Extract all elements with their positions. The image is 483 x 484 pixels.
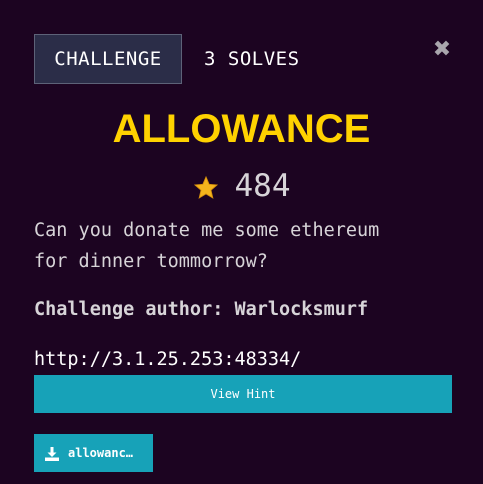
star-icon	[193, 175, 219, 201]
challenge-points: 484	[0, 164, 483, 208]
challenge-title: ALLOWANCE	[112, 107, 371, 151]
download-file-button[interactable]: allowanc…	[34, 434, 153, 472]
points-value: 484	[234, 168, 291, 204]
description-line: for dinner tommorrow?	[34, 251, 268, 272]
close-icon[interactable]: ✖	[432, 38, 452, 62]
challenge-author: Challenge author: Warlocksmurf	[34, 299, 369, 320]
challenge-modal: CHALLENGE 3 SOLVES ✖ ALLOWANCE 484 Can y…	[0, 0, 483, 484]
download-icon	[45, 446, 59, 461]
view-hint-button[interactable]: View Hint	[34, 375, 452, 413]
download-file-label: allowanc…	[68, 446, 134, 460]
challenge-url[interactable]: http://3.1.25.253:48334/	[34, 346, 301, 374]
challenge-description: Can you donate me some ethereum for dinn…	[34, 215, 454, 277]
tab-challenge[interactable]: CHALLENGE	[34, 34, 182, 84]
tab-solves[interactable]: 3 SOLVES	[204, 34, 300, 84]
description-line: Can you donate me some ethereum	[34, 220, 380, 241]
